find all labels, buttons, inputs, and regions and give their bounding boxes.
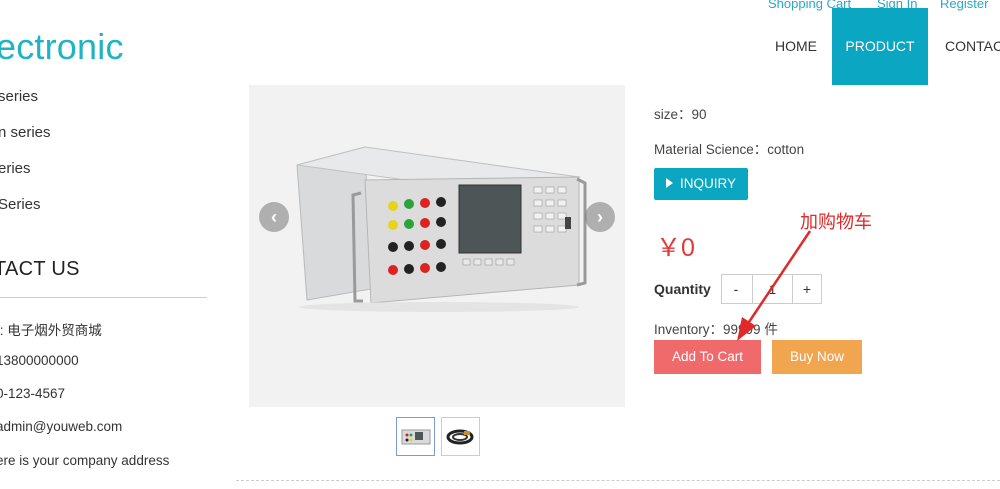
nav-home[interactable]: HOME	[775, 8, 817, 85]
add-to-cart-button[interactable]: Add To Cart	[654, 340, 761, 374]
material-label: Material Science：	[654, 142, 768, 157]
content-divider	[236, 480, 1000, 481]
size-label: size：	[654, 107, 692, 122]
material-value: cotton	[767, 142, 805, 157]
product-material: Material Science：cotton	[654, 138, 804, 158]
contact-title: TACT US	[0, 258, 80, 280]
thumbnail-1[interactable]	[396, 417, 435, 456]
product-size: size：90	[654, 103, 707, 123]
product-image	[296, 146, 587, 312]
product-price: ￥0	[656, 234, 695, 262]
play-icon	[665, 178, 673, 188]
sidebar-category[interactable]: series	[0, 88, 38, 105]
contact-mobile: 13800000000	[0, 353, 79, 368]
thumbnail-2[interactable]	[441, 417, 480, 456]
contact-address: ere is your company address	[0, 453, 170, 468]
site-logo[interactable]: ectronic	[0, 26, 124, 68]
thumbnail-cable-image	[446, 429, 474, 445]
gallery-next-button[interactable]: ›	[585, 202, 615, 232]
nav-product[interactable]: PRODUCT	[832, 8, 928, 85]
quantity-label: Quantity	[654, 281, 711, 297]
contact-company: t: 电子烟外贸商城	[0, 323, 102, 338]
inquiry-button[interactable]: INQUIRY	[654, 168, 748, 200]
nav-contact[interactable]: CONTACT	[945, 8, 1000, 85]
product-image-gallery: ‹ ›	[249, 85, 625, 407]
contact-email[interactable]: admin@youweb.com	[0, 419, 122, 434]
sidebar-category[interactable]: Series	[0, 196, 41, 213]
annotation-arrow-icon	[737, 230, 812, 341]
size-value: 90	[691, 107, 707, 122]
sidebar-category[interactable]: eries	[0, 160, 31, 177]
inquiry-label: INQUIRY	[679, 176, 736, 191]
gallery-prev-button[interactable]: ‹	[259, 202, 289, 232]
sidebar-category[interactable]: n series	[0, 124, 51, 141]
thumbnail-device-image	[401, 429, 431, 445]
contact-phone: 0-123-4567	[0, 386, 66, 401]
sidebar-divider	[0, 297, 207, 298]
buy-now-button[interactable]: Buy Now	[772, 340, 862, 374]
